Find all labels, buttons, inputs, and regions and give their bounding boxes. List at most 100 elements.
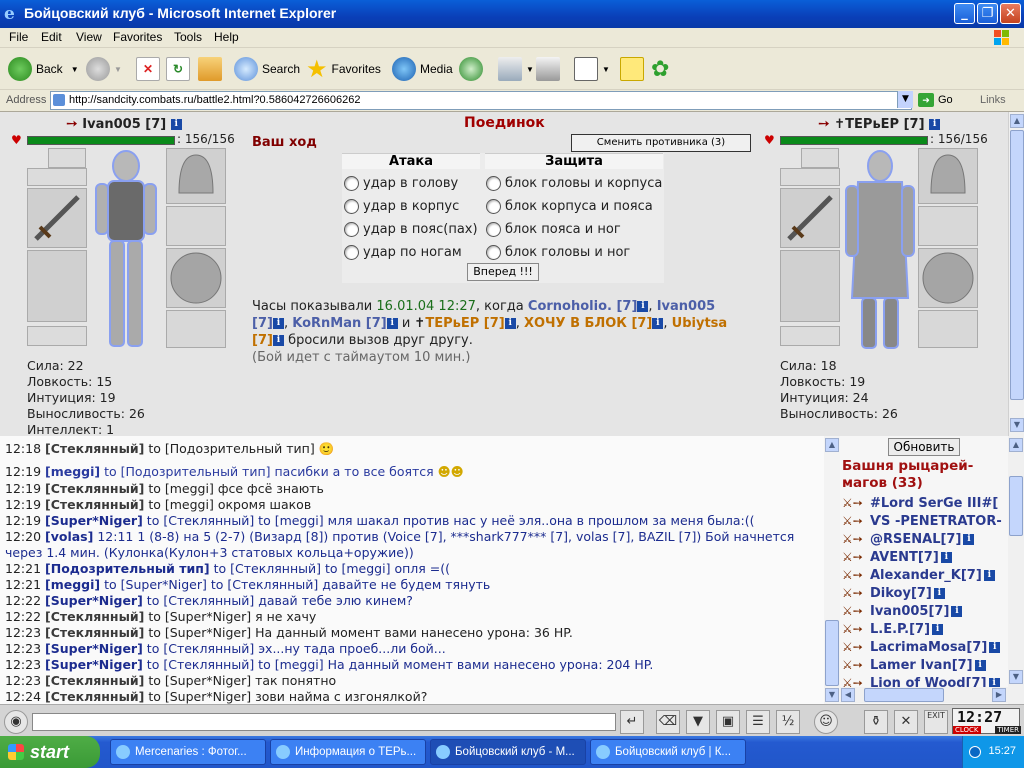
taskbar-item-active[interactable]: Бойцовский клуб - M... [430,739,586,765]
address-input[interactable]: http://sandcity.combats.ru/battle2.html?… [50,91,912,110]
menu-view[interactable]: View [76,30,102,44]
sword-icon[interactable]: ⚔➙ [842,586,864,600]
info-icon[interactable]: i [272,318,284,329]
amulet-slot-icon[interactable] [780,168,840,186]
chat-input[interactable] [32,713,616,731]
refresh-list-button[interactable]: Обновить [888,438,960,456]
stop-button[interactable]: ✕ [136,56,164,82]
filter-icon[interactable]: ▼ [686,710,710,734]
go-button[interactable]: ➜ Go [918,93,953,107]
search-button[interactable]: Search [234,56,300,82]
amulet-slot-icon[interactable] [27,168,87,186]
maximize-button[interactable]: ❐ [977,3,998,24]
info-icon[interactable]: i [272,335,284,346]
armor-slot-icon[interactable] [780,250,840,322]
defense-option-head-body[interactable]: блок головы и корпуса [486,172,662,194]
sword-icon[interactable]: ⚔➙ [842,532,864,546]
attack-option-body[interactable]: удар в корпус [344,195,459,217]
boots-slot-icon[interactable] [166,310,226,348]
smiley-icon[interactable]: ☺ [814,710,838,734]
online-user[interactable]: ⚔➙ Dikoy[7] i [842,584,945,602]
scroll-down-arrow-icon[interactable]: ▼ [1010,418,1024,432]
taskbar-item[interactable]: Бойцовский клуб | К... [590,739,746,765]
exit-button[interactable]: EXIT [924,710,948,734]
home-button[interactable] [198,56,226,82]
info-icon[interactable]: i [929,119,941,130]
helmet-slot-icon[interactable] [801,148,839,168]
chat-scrollbar[interactable]: ▲ ▼ [824,436,840,704]
scroll-up-arrow-icon[interactable]: ▲ [1009,438,1023,452]
change-opponent-button[interactable]: Сменить противника (3) [571,134,751,152]
online-user[interactable]: ⚔➙ LacrimaMosa[7] i [842,638,1001,656]
online-user[interactable]: ⚔➙ ѴS -PENETRATOR- [842,512,1002,530]
scroll-thumb[interactable] [825,620,839,686]
head-armor-slot[interactable] [918,148,978,204]
taskbar-item[interactable]: Mercenaries : Фотог... [110,739,266,765]
menu-edit[interactable]: Edit [41,30,62,44]
address-dropdown[interactable]: ▼ [897,91,913,108]
online-user[interactable]: ⚔➙ @RSENAL[7] i [842,530,975,548]
attack-option-head[interactable]: удар в голову [344,172,458,194]
online-user[interactable]: ⚔➙ Alexander_K[7] i [842,566,995,584]
weapon-slot[interactable] [780,188,840,248]
info-icon[interactable]: i [637,301,649,312]
send-enter-icon[interactable]: ↵ [620,710,644,734]
radio-button[interactable] [344,175,359,191]
online-user[interactable]: ⚔➙ AVENT[7] i [842,548,952,566]
helmet-slot-icon[interactable] [48,148,86,168]
attack-option-legs[interactable]: удар по ногам [344,241,462,263]
armor-slot-icon[interactable] [27,250,87,322]
scroll-thumb[interactable] [1010,130,1024,400]
scroll-up-arrow-icon[interactable]: ▲ [1010,114,1024,128]
media-button[interactable]: Media [392,56,453,82]
map-icon[interactable]: ✕ [894,710,918,734]
info-icon[interactable]: i [504,318,516,329]
eraser-icon[interactable]: ⌫ [656,710,680,734]
menu-help[interactable]: Help [214,30,239,44]
sword-icon[interactable]: ⚔➙ [842,640,864,654]
chevron-down-icon[interactable]: ▼ [602,65,610,74]
chat-menu-icon[interactable]: ◉ [4,710,28,734]
defense-option-waist-legs[interactable]: блок пояса и ног [486,218,621,240]
gloves-slot-icon[interactable] [166,206,226,246]
rings-slot-icon[interactable] [27,326,87,346]
shield-slot[interactable] [166,248,226,308]
info-icon[interactable]: i [170,119,182,130]
gloves-slot-icon[interactable] [918,206,978,246]
menu-favorites[interactable]: Favorites [113,30,162,44]
radio-button[interactable] [344,198,359,214]
radio-button[interactable] [344,221,359,237]
attack-option-waist[interactable]: удар в пояс(пах) [344,218,478,240]
right-player-name[interactable]: ТЕРьЕР [845,117,899,132]
shield-slot[interactable] [918,248,978,308]
menu-tools[interactable]: Tools [174,30,202,44]
sword-icon[interactable]: ⚔➙ [842,622,864,636]
info-icon[interactable]: i [652,318,664,329]
rings-slot-icon[interactable] [780,326,840,346]
online-user[interactable]: ⚔➙ #Lord SerGe III#[ [842,494,998,512]
start-button[interactable]: start [0,736,100,768]
online-hscrollbar[interactable]: ◀ ▶ [840,687,1008,703]
back-button[interactable]: Back ▼ [8,56,79,82]
favorites-button[interactable]: ★ Favorites [306,56,381,83]
log-player[interactable]: ТЕРьЕР [7] [425,316,504,331]
refresh-page-button[interactable]: ↻ [166,56,194,82]
scroll-down-arrow-icon[interactable]: ▼ [825,688,839,702]
radio-button[interactable] [344,244,359,260]
forward-attack-button[interactable]: Вперед !!! [467,263,539,281]
tray-arrow-icon[interactable] [969,746,981,758]
scroll-left-arrow-icon[interactable]: ◀ [841,688,855,702]
sword-icon[interactable]: ⚔➙ [842,514,864,528]
sword-icon[interactable]: ⚔➙ [842,550,864,564]
defense-option-body-waist[interactable]: блок корпуса и пояса [486,195,653,217]
info-icon[interactable]: i [386,318,398,329]
menu-file[interactable]: File [9,30,28,44]
radio-button[interactable] [486,244,501,260]
log-player[interactable]: ХОЧУ В БЛОК [7] [524,316,652,331]
print-button[interactable] [536,56,564,82]
boots-slot-icon[interactable] [918,310,978,348]
icq-button[interactable]: ✿ [651,56,669,82]
radio-button[interactable] [486,221,501,237]
close-button[interactable]: ✕ [1000,3,1021,24]
log-player[interactable]: KoRnMan [7] [292,316,386,331]
